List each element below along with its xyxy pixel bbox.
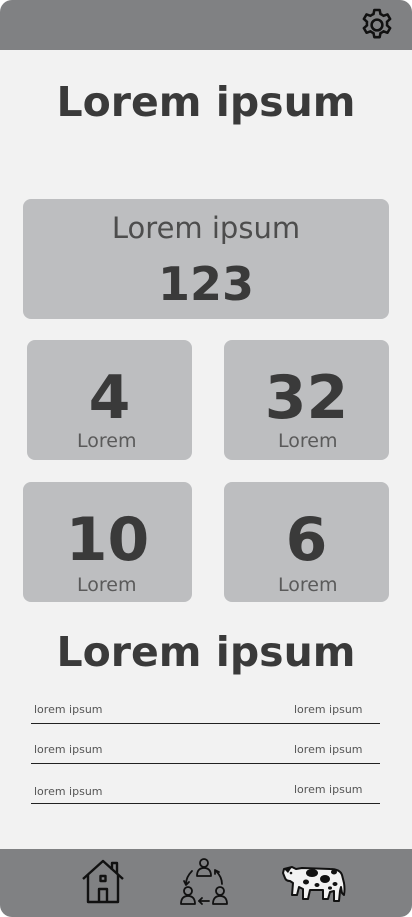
gear-icon[interactable] [358, 6, 396, 44]
stat-card-1[interactable]: 4 Lorem [27, 340, 192, 460]
stat-value: 10 [65, 505, 150, 575]
stat-card-3[interactable]: 10 Lorem [23, 482, 192, 602]
stat-label: Lorem [278, 430, 338, 452]
list-item[interactable]: lorem ipsum lorem ipsum [31, 782, 380, 804]
people-cycle-icon[interactable] [180, 857, 228, 907]
stat-card-4[interactable]: 6 Lorem [224, 482, 389, 602]
summary-card[interactable]: Lorem ipsum 123 [23, 199, 389, 319]
list-item-right: lorem ipsum [294, 743, 363, 756]
stat-value: 4 [88, 363, 131, 433]
summary-value: 123 [157, 257, 255, 311]
list-item-left: lorem ipsum [34, 743, 103, 756]
list-item-right: lorem ipsum [294, 703, 363, 716]
cow-icon[interactable] [282, 859, 350, 909]
summary-label: Lorem ipsum [111, 211, 301, 245]
stat-value: 6 [285, 505, 328, 575]
section-title: Lorem ipsum [56, 628, 356, 676]
list-item-right: lorem ipsum [294, 783, 363, 796]
list-item[interactable]: lorem ipsum lorem ipsum [31, 742, 380, 764]
stat-card-2[interactable]: 32 Lorem [224, 340, 389, 460]
list-item[interactable]: lorem ipsum lorem ipsum [31, 702, 380, 724]
bottom-nav [0, 849, 412, 917]
list-item-left: lorem ipsum [34, 703, 103, 716]
top-bar [0, 0, 412, 50]
list-item-left: lorem ipsum [34, 785, 103, 798]
page-title: Lorem ipsum [56, 78, 356, 126]
app-screen: Lorem ipsum Lorem ipsum 123 4 Lorem 32 L… [0, 0, 412, 917]
home-icon[interactable] [80, 857, 126, 905]
stat-label: Lorem [77, 574, 137, 596]
stat-label: Lorem [278, 574, 338, 596]
stat-label: Lorem [77, 430, 137, 452]
stat-value: 32 [264, 363, 349, 433]
